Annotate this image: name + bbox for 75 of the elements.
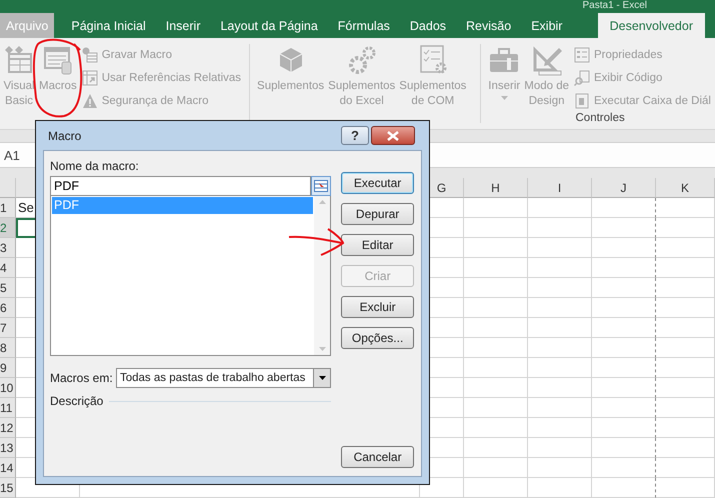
list-icon: [574, 47, 590, 63]
grid-cell[interactable]: [592, 438, 656, 458]
caret-icon: [500, 96, 508, 100]
column-header[interactable]: H: [464, 178, 528, 198]
ribbon-tab[interactable]: Página Inicial: [62, 13, 155, 38]
ribbon-tab[interactable]: Exibir: [522, 13, 572, 38]
row-header[interactable]: 13: [0, 438, 16, 458]
grid-cell[interactable]: [592, 278, 656, 298]
row-header[interactable]: 8: [0, 338, 16, 358]
grid-cell[interactable]: [592, 358, 656, 378]
select-all-corner[interactable]: [0, 178, 16, 198]
close-icon: [387, 130, 399, 140]
row-header[interactable]: 2: [0, 218, 16, 238]
row-header[interactable]: 12: [0, 418, 16, 438]
grid-cell[interactable]: [592, 218, 656, 238]
record-table-icon: [82, 47, 98, 63]
close-button[interactable]: [371, 126, 415, 145]
column-header[interactable]: K: [656, 178, 715, 198]
column-header[interactable]: J: [592, 178, 656, 198]
range-picker-button[interactable]: [311, 176, 332, 196]
macros-in-dropdown[interactable]: Todas as pastas de trabalho abertas: [116, 368, 332, 388]
ribbon-tab[interactable]: Inserir: [156, 13, 210, 38]
window-title: Pasta1 - Excel: [582, 0, 647, 13]
grid-cell[interactable]: [592, 398, 656, 418]
magnifier-page-icon: [574, 70, 590, 86]
ruler-pencil-icon: [530, 44, 563, 76]
grid-cell[interactable]: [592, 478, 656, 498]
ribbon-tab[interactable]: Dados: [400, 13, 456, 38]
grid-window-icon: [3, 44, 35, 76]
grid-cell[interactable]: [592, 318, 656, 338]
grid-cell[interactable]: [592, 238, 656, 258]
row-header[interactable]: 6: [0, 298, 16, 318]
row-header[interactable]: 14: [0, 458, 16, 478]
dialog-page-icon: [574, 93, 590, 109]
ribbon-tab[interactable]: Revisão: [457, 13, 520, 38]
grid-cell[interactable]: [592, 198, 656, 218]
cancel-button[interactable]: Cancelar: [341, 446, 414, 468]
table-icon: [42, 44, 74, 76]
ribbon-tab[interactable]: Fórmulas: [328, 13, 399, 38]
row-header[interactable]: 5: [0, 278, 16, 298]
row-header[interactable]: 7: [0, 318, 16, 338]
row-header[interactable]: 10: [0, 378, 16, 398]
row-header[interactable]: 1: [0, 198, 16, 218]
dialog-button[interactable]: Executar: [341, 172, 414, 194]
row-header[interactable]: 11: [0, 398, 16, 418]
dialog-button[interactable]: Depurar: [341, 203, 414, 225]
column-header[interactable]: I: [528, 178, 592, 198]
row-header[interactable]: 15: [0, 478, 16, 498]
grid-cell[interactable]: [592, 378, 656, 398]
ribbon-tab[interactable]: Layout da Página: [211, 13, 327, 38]
row-header[interactable]: 4: [0, 258, 16, 278]
field-label: Nome da macro:: [50, 159, 140, 173]
grid-cell[interactable]: [592, 258, 656, 278]
grid-cell[interactable]: [592, 418, 656, 438]
scroll-up-icon[interactable]: [318, 200, 326, 204]
description-label: Descrição: [50, 394, 104, 408]
grid-cell[interactable]: [592, 298, 656, 318]
scrollbar[interactable]: [314, 196, 330, 355]
row-header[interactable]: 3: [0, 238, 16, 258]
dialog-button[interactable]: Opções...: [341, 327, 414, 349]
scroll-down-icon[interactable]: [318, 347, 326, 351]
caret-icon: [318, 376, 326, 380]
grid-cell[interactable]: [592, 338, 656, 358]
dialog-button[interactable]: Editar: [341, 234, 414, 256]
warning-icon: [82, 93, 98, 109]
annotation-arrow: [288, 228, 344, 256]
ribbon-tab[interactable]: Desenvolvedor: [598, 13, 705, 38]
field-label: Macros em:: [50, 371, 114, 385]
dialog-title: Macro: [47, 128, 82, 142]
row-header[interactable]: 9: [0, 358, 16, 378]
help-button[interactable]: ?: [341, 126, 369, 145]
macro-name-field[interactable]: PDF: [50, 176, 312, 196]
dialog-button[interactable]: Excluir: [341, 296, 414, 318]
grid-cell[interactable]: [592, 458, 656, 478]
group-label: Controles: [576, 112, 625, 124]
